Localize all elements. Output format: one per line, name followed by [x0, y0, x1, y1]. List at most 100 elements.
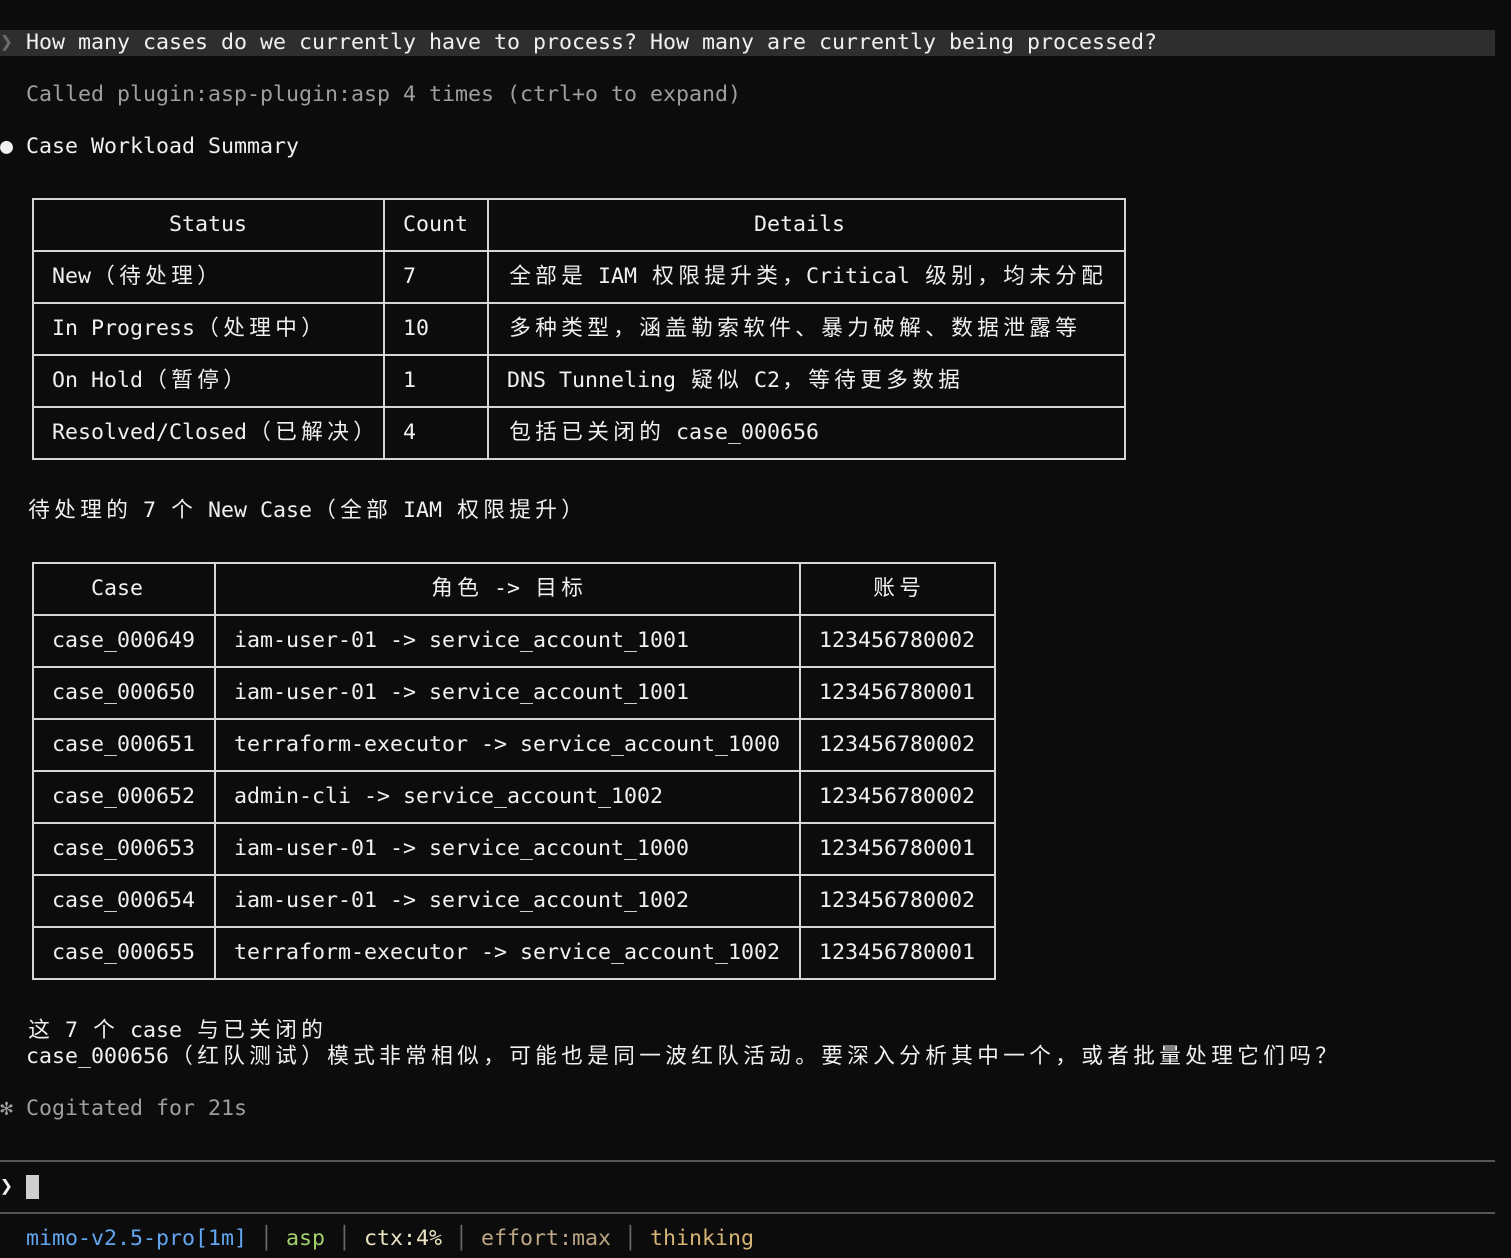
wide-glyph: 别 [951, 264, 973, 289]
account-cell: 123456780001 [819, 680, 976, 705]
wide-glyph: 全 [340, 498, 362, 523]
wide-glyph: 队 [717, 1044, 739, 1069]
table-row: case_000651 terraform-executor -> servic… [32, 732, 996, 758]
wide-glyph: 据 [977, 316, 999, 341]
wide-glyph: 停 [197, 368, 219, 393]
wide-glyph: 红 [691, 1044, 713, 1069]
wide-glyph: 待 [28, 498, 50, 523]
wide-glyph: （ [171, 1044, 193, 1069]
wide-glyph: 活 [743, 1044, 765, 1069]
wide-glyph: 个 [171, 498, 193, 523]
details-cell: 多种类型，涵盖勒索软件、暴力破解、数据泄露等 [507, 316, 1079, 342]
wide-glyph: 疑 [691, 368, 713, 393]
wide-glyph: 盖 [665, 316, 687, 341]
table-border-line [32, 250, 1126, 252]
wide-glyph: ， [782, 264, 804, 289]
wide-glyph: 其 [951, 1044, 973, 1069]
new-cases-table: Case 角色 -> 目标 账号 case_000649 iam-user-01… [32, 562, 996, 980]
wide-glyph: 标 [561, 576, 583, 601]
case-id-cell: case_000653 [52, 836, 196, 861]
wide-glyph: 一 [639, 1044, 661, 1069]
wide-glyph: 非 [379, 1044, 401, 1069]
wide-glyph: 个 [1029, 1044, 1051, 1069]
response-title: Case Workload Summary [26, 134, 300, 159]
status-separator: │ [338, 1226, 352, 1251]
wide-glyph: 待 [119, 264, 141, 289]
project-name: asp [286, 1226, 326, 1251]
prompt-chevron-icon: ❯ [0, 30, 14, 55]
status-cell: In Progress （处理中） [52, 316, 325, 342]
wide-glyph: ， [483, 1044, 505, 1069]
wide-glyph: 相 [431, 1044, 453, 1069]
wide-glyph: 升 [535, 498, 557, 523]
table-border-line [32, 770, 996, 772]
wide-glyph: 理 [171, 264, 193, 289]
wide-glyph: 的 [301, 1018, 323, 1043]
wide-glyph: 这 [28, 1018, 50, 1043]
wide-glyph: 处 [145, 264, 167, 289]
role-target-cell: terraform-executor -> service_account_10… [234, 732, 781, 757]
wide-glyph: （ [93, 264, 115, 289]
status-separator: │ [624, 1226, 638, 1251]
wide-glyph: 更 [860, 368, 882, 393]
table-row: In Progress （处理中） 10 多种类型，涵盖勒索软件、暴力破解、数据泄… [32, 316, 1126, 342]
wide-glyph: 理 [1211, 1044, 1233, 1069]
wide-glyph: 入 [873, 1044, 895, 1069]
table-row: On Hold （暂停） 1 DNS Tunneling 疑似 C2，等待更多数据 [32, 368, 1126, 394]
wide-glyph: 模 [327, 1044, 349, 1069]
wide-glyph: 常 [405, 1044, 427, 1069]
new-cases-heading: 待处理的 7 个 New Case （全部 IAM 权限提升） [26, 498, 585, 524]
case-id-cell: case_000654 [52, 888, 196, 913]
wide-glyph: （ [145, 368, 167, 393]
wide-glyph: 件 [769, 316, 791, 341]
wide-glyph: 数 [951, 316, 973, 341]
followup-line: 这 7 个 case 与已关闭的 [26, 1018, 325, 1044]
wide-glyph: 型 [587, 316, 609, 341]
wide-glyph: 的 [106, 498, 128, 523]
wide-glyph: 或 [1081, 1044, 1103, 1069]
table-border-line [799, 562, 801, 980]
details-cell: 全部是 IAM 权限提升类， Critical 级别，均未分配 [507, 264, 1105, 290]
table-row: case_000650 iam-user-01 -> service_accou… [32, 680, 996, 706]
wide-glyph: 可 [509, 1044, 531, 1069]
wide-glyph: ？ [1315, 1044, 1337, 1069]
case-id-cell: case_000650 [52, 680, 196, 705]
table-border-line [32, 614, 996, 616]
count-cell: 7 [403, 264, 417, 289]
account-cell: 123456780002 [819, 784, 976, 809]
wide-glyph: 括 [535, 420, 557, 445]
wide-glyph: ） [561, 498, 583, 523]
wide-glyph: 数 [912, 368, 934, 393]
user-prompt-text: How many cases do we currently have to p… [26, 30, 1158, 55]
prompt-input[interactable]: ❯ [0, 1174, 1495, 1200]
wide-glyph: 试 [275, 1044, 297, 1069]
case-id-cell: case_000649 [52, 628, 196, 653]
wide-glyph: ） [301, 1044, 323, 1069]
wide-glyph: 的 [639, 420, 661, 445]
wide-glyph: 、 [795, 316, 817, 341]
status-cell: On Hold （暂停） [52, 368, 247, 394]
wide-glyph: 目 [535, 576, 557, 601]
thinking-duration: Cogitated for 21s [26, 1096, 248, 1121]
terminal-window: ❯ How many cases do we currently have to… [0, 0, 1511, 1258]
table-header-cell: 账号 [871, 576, 923, 602]
table-header-cell: Count [403, 212, 469, 237]
wide-glyph: 似 [457, 1044, 479, 1069]
wide-glyph: 角 [431, 576, 453, 601]
wide-glyph: 待 [834, 368, 856, 393]
table-header-cell: Details [754, 212, 846, 237]
previous-user-prompt: ❯ How many cases do we currently have to… [0, 30, 1495, 56]
wide-glyph: 式 [353, 1044, 375, 1069]
table-row: New （待处理） 7 全部是 IAM 权限提升类， Critical 级别，均未分… [32, 264, 1126, 290]
wide-glyph: 已 [275, 420, 297, 445]
input-chevron-icon: ❯ [0, 1174, 14, 1199]
wide-glyph: 析 [925, 1044, 947, 1069]
wide-glyph: 关 [587, 420, 609, 445]
wide-glyph: 关 [249, 1018, 271, 1043]
wide-glyph: 量 [1159, 1044, 1181, 1069]
table-header-row: Case 角色 -> 目标 账号 [32, 576, 996, 602]
wide-glyph: （ [197, 316, 219, 341]
table-row: case_000655 terraform-executor -> servic… [32, 940, 996, 966]
wide-glyph: 全 [509, 264, 531, 289]
table-border-line [32, 406, 1126, 408]
